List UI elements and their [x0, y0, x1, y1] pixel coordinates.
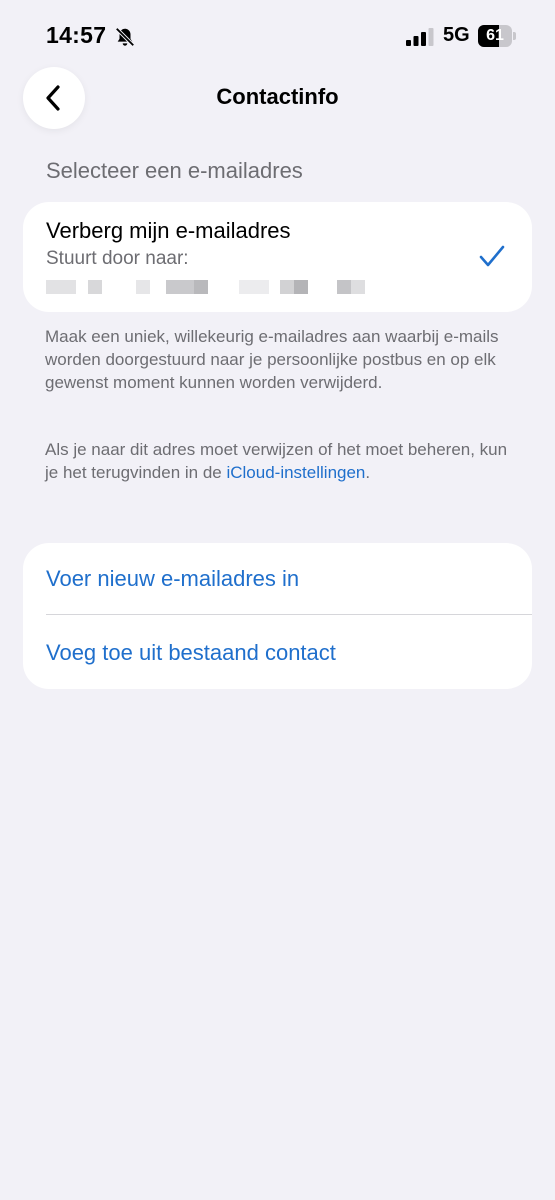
page-title: Contactinfo: [216, 84, 339, 109]
bell-slash-icon: [115, 27, 135, 47]
forward-to-label: Stuurt door naar:: [46, 248, 189, 269]
email-actions-group: Voer nieuw e-mailadres in Voeg toe uit b…: [23, 543, 532, 689]
battery-level: 61: [486, 27, 504, 44]
hide-email-title: Verberg mijn e-mailadres: [46, 218, 291, 243]
redacted-email: [44, 280, 365, 296]
network-label: 5G: [443, 24, 470, 46]
status-bar: 14:57 5G 61: [0, 0, 555, 70]
note-suffix: .: [365, 463, 371, 482]
signal-bars-icon: [406, 28, 434, 46]
icloud-settings-note: Als je naar dit adres moet verwijzen of …: [45, 438, 513, 484]
checkmark-icon: [479, 245, 505, 267]
status-time: 14:57: [46, 22, 107, 48]
battery-icon: 61: [478, 25, 516, 47]
icloud-settings-link[interactable]: iCloud-instellingen: [226, 463, 365, 482]
enter-new-email-button[interactable]: Voer nieuw e-mailadres in: [46, 543, 516, 615]
section-header: Selecteer een e-mailadres: [46, 158, 303, 183]
hide-my-email-option[interactable]: Verberg mijn e-mailadres Stuurt door naa…: [23, 202, 532, 312]
add-from-contact-button[interactable]: Voeg toe uit bestaand contact: [46, 617, 516, 689]
hide-email-description: Maak een uniek, willekeurig e-mailadres …: [45, 327, 499, 392]
divider: [46, 614, 532, 615]
